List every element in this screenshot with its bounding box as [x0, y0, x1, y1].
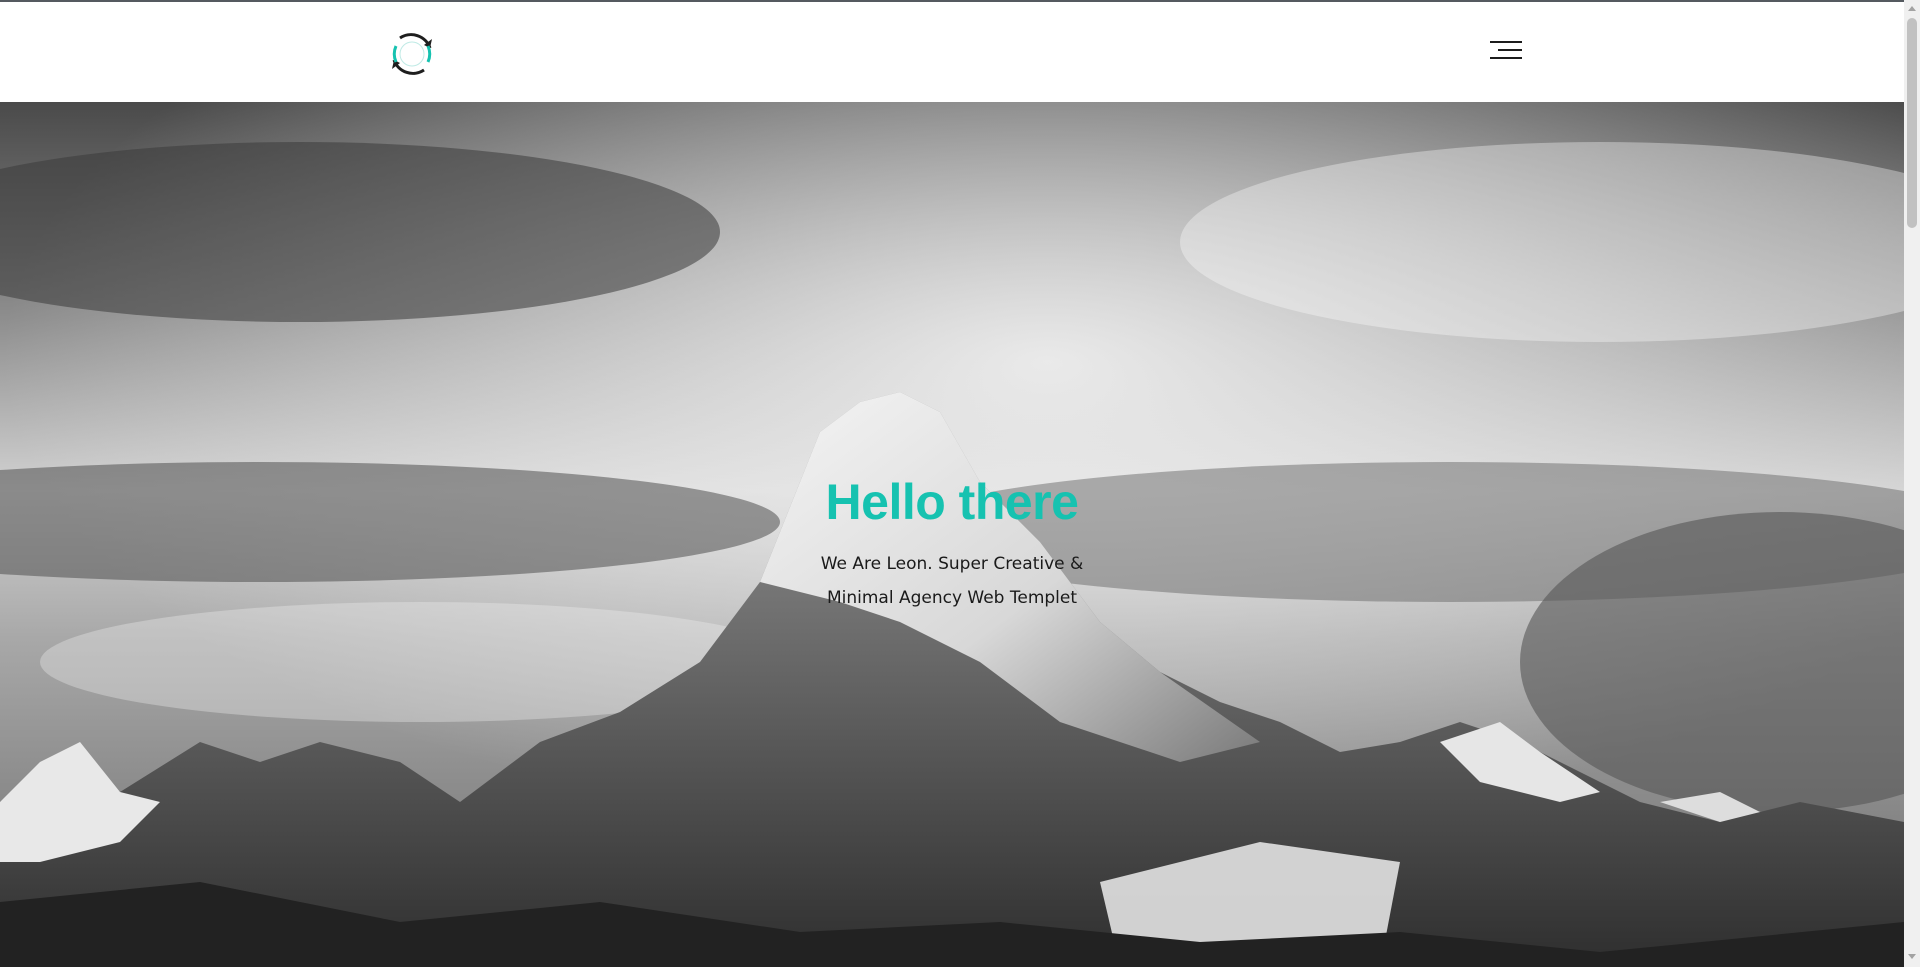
scroll-up-arrow-icon[interactable]: [1908, 6, 1916, 11]
hero-subtitle-line2: Minimal Agency Web Templet: [826, 588, 1078, 608]
logo[interactable]: [382, 24, 442, 84]
vertical-scrollbar[interactable]: [1904, 0, 1920, 967]
hamburger-menu-icon[interactable]: [1488, 38, 1522, 62]
hero-title: Hello there: [825, 474, 1079, 530]
hero-subtitle: We Are Leon. Super Creative & Minimal Ag…: [752, 547, 1152, 615]
scrollbar-thumb[interactable]: [1907, 18, 1917, 228]
hero-section: Hello there We Are Leon. Super Creative …: [0, 102, 1904, 967]
recycle-arrows-logo-icon: [392, 33, 432, 75]
menu-line: [1490, 41, 1522, 43]
menu-line: [1490, 57, 1522, 59]
site-header: [0, 2, 1904, 102]
menu-line: [1498, 49, 1522, 51]
hero-subtitle-line1: We Are Leon. Super Creative &: [820, 554, 1084, 574]
scroll-down-arrow-icon[interactable]: [1908, 954, 1916, 959]
hero-background-mountain-image: [0, 102, 1904, 967]
